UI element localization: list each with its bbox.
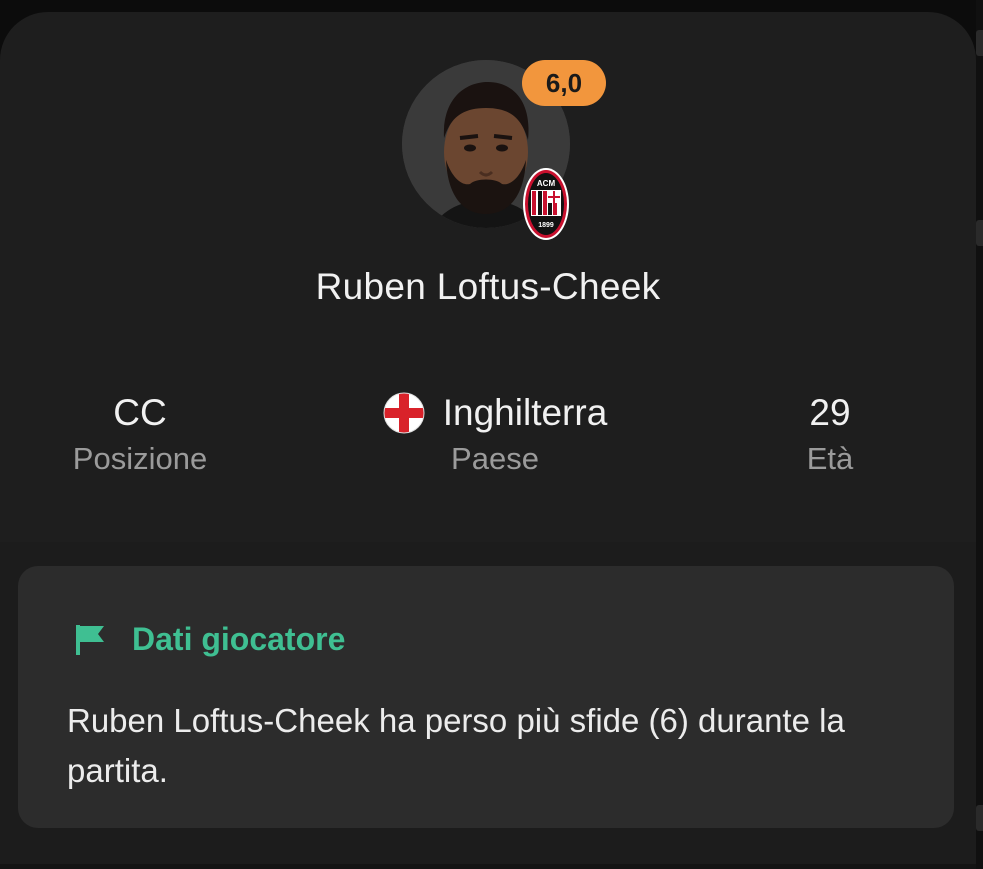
edge-tick <box>976 805 983 831</box>
england-flag-icon <box>383 392 425 434</box>
section-divider <box>0 864 976 869</box>
player-sheet: 6,0 ACM 1899 Ruben Loftus-Cheek CC Posiz… <box>0 12 976 869</box>
stat-age-label: Età <box>806 441 854 476</box>
stat-age-value: 29 <box>809 392 851 433</box>
stat-country-value: Inghilterra <box>442 392 608 433</box>
flag-icon <box>76 624 104 655</box>
stat-position: CC Posizione <box>40 377 240 477</box>
stat-position-label: Posizione <box>72 441 208 476</box>
edge-tick <box>976 30 983 56</box>
stat-country-value-row: Inghilterra <box>330 377 660 449</box>
insight-card: Dati giocatore Ruben Loftus-Cheek ha per… <box>18 566 954 828</box>
insight-title: Dati giocatore <box>132 621 346 657</box>
edge-tick <box>976 220 983 246</box>
insight-card-header: Dati giocatore <box>74 621 345 658</box>
stat-age: 29 Età <box>730 377 930 477</box>
club-badge-letters: ACM <box>537 179 556 188</box>
ac-milan-crest-icon: ACM 1899 <box>521 166 571 242</box>
stat-country-label: Paese <box>451 441 539 476</box>
player-header: 6,0 ACM 1899 Ruben Loftus-Cheek CC Posiz… <box>0 12 976 542</box>
stat-country[interactable]: Inghilterra Paese <box>330 377 660 477</box>
stat-position-value: CC <box>113 392 167 433</box>
edge-strip <box>976 0 983 869</box>
player-rating-badge: 6,0 <box>522 60 606 106</box>
insight-text: Ruben Loftus-Cheek ha perso più sfide (6… <box>67 702 845 789</box>
club-badge-year: 1899 <box>538 222 554 229</box>
insight-section: Dati giocatore Ruben Loftus-Cheek ha per… <box>0 542 976 869</box>
player-name: Ruben Loftus-Cheek <box>315 266 661 307</box>
